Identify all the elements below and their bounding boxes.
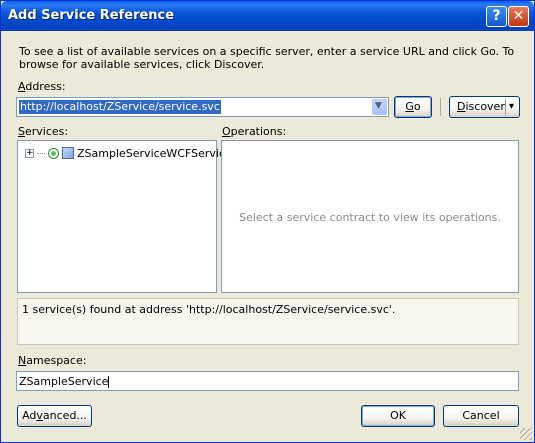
instructions-text: To see a list of available services on a… bbox=[19, 45, 515, 71]
address-dropdown-button[interactable]: ▼ bbox=[372, 99, 387, 115]
toolbar-separator bbox=[440, 98, 441, 116]
title-bar[interactable]: Add Service Reference ? ✕ bbox=[1, 1, 534, 31]
close-icon: ✕ bbox=[512, 8, 525, 24]
address-label: Address: bbox=[18, 80, 66, 93]
service-status-icon bbox=[48, 147, 59, 159]
cancel-button[interactable]: Cancel bbox=[443, 405, 519, 427]
discover-dropdown-icon[interactable]: ▾ bbox=[509, 97, 514, 117]
advanced-button[interactable]: Advanced... bbox=[17, 405, 92, 427]
discover-button[interactable]: Discover bbox=[457, 97, 505, 117]
namespace-label: Namespace: bbox=[18, 354, 87, 367]
address-combobox[interactable]: http://localhost/ZService/service.svc ▼ bbox=[16, 97, 389, 117]
chevron-down-icon: ▼ bbox=[375, 101, 382, 111]
expand-icon[interactable]: + bbox=[25, 148, 34, 158]
namespace-input[interactable]: ZSampleService bbox=[16, 371, 519, 391]
ok-button[interactable]: OK bbox=[361, 405, 435, 427]
status-panel: 1 service(s) found at address 'http://lo… bbox=[17, 298, 519, 345]
go-button[interactable]: Go bbox=[394, 96, 432, 118]
discover-split-button[interactable]: Discover ▾ bbox=[449, 96, 520, 118]
help-icon: ? bbox=[492, 8, 501, 24]
service-icon bbox=[62, 147, 74, 159]
operations-list[interactable]: Select a service contract to view its op… bbox=[221, 140, 519, 293]
text-cursor bbox=[108, 376, 110, 388]
dialog-title: Add Service Reference bbox=[8, 8, 175, 23]
status-text: 1 service(s) found at address 'http://lo… bbox=[22, 303, 396, 316]
close-button[interactable]: ✕ bbox=[508, 6, 529, 27]
operations-empty-message: Select a service contract to view its op… bbox=[239, 211, 501, 224]
help-button[interactable]: ? bbox=[486, 6, 507, 27]
services-tree[interactable]: + ZSampleServiceWCFService bbox=[17, 140, 232, 293]
add-service-reference-dialog: Add Service Reference ? ✕ To see a list … bbox=[0, 0, 535, 443]
tree-connector bbox=[37, 152, 45, 154]
tree-item[interactable]: + ZSampleServiceWCFService bbox=[25, 145, 232, 161]
resize-grip[interactable] bbox=[520, 428, 532, 440]
service-name[interactable]: ZSampleServiceWCFService bbox=[77, 147, 232, 160]
split-divider bbox=[505, 99, 506, 115]
services-label: Services: bbox=[18, 125, 69, 138]
operations-label: Operations: bbox=[222, 125, 287, 138]
address-value[interactable]: http://localhost/ZService/service.svc bbox=[19, 100, 221, 114]
